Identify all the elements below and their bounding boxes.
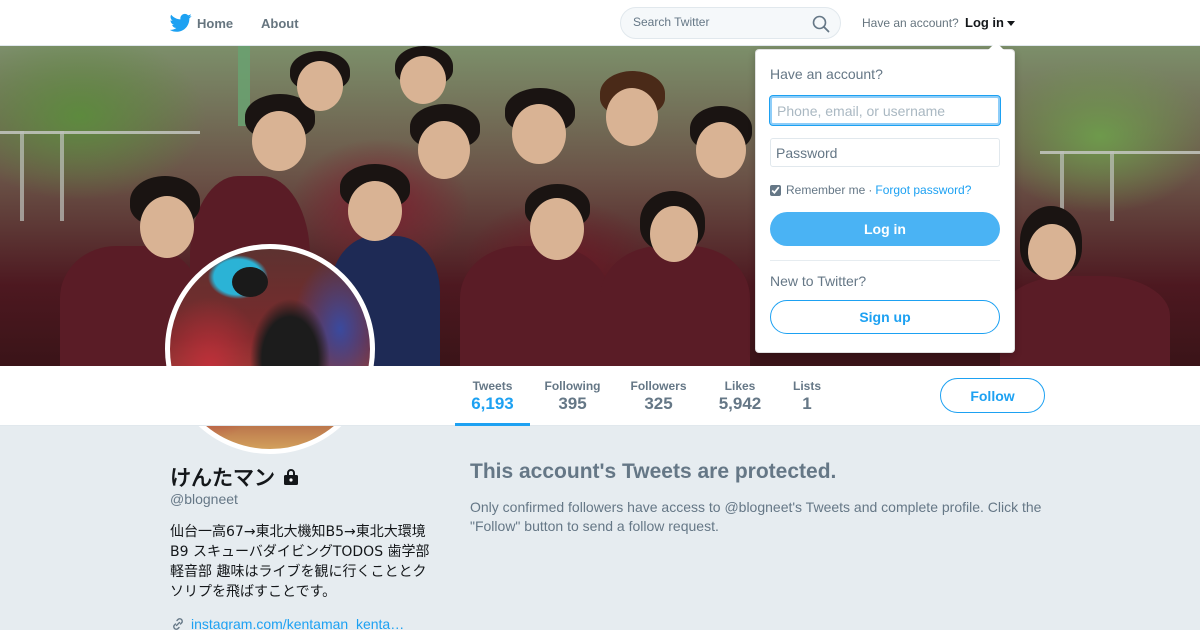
stat-label: Lists bbox=[792, 379, 821, 393]
railing bbox=[0, 131, 200, 134]
password-field[interactable] bbox=[770, 138, 1000, 167]
profile-stats-bar: Tweets 6,193 Following 395 Followers 325… bbox=[0, 366, 1200, 426]
stat-label: Likes bbox=[724, 379, 756, 393]
protected-title: This account's Tweets are protected. bbox=[470, 460, 837, 483]
top-nav: Home About Have an account? Log in bbox=[0, 0, 1200, 46]
profile-handle: @blogneet bbox=[170, 491, 238, 507]
stat-tweets[interactable]: Tweets 6,193 bbox=[455, 366, 530, 426]
signup-button[interactable]: Sign up bbox=[770, 300, 1000, 334]
profile-bio: 仙台一高67→東北大機知B5→東北大環境B9 スキューバダイビングTODOS 歯… bbox=[170, 524, 430, 600]
login-button[interactable]: Log in bbox=[770, 212, 1000, 246]
divider bbox=[770, 260, 1000, 261]
person-face bbox=[650, 206, 698, 262]
link-icon bbox=[173, 618, 183, 630]
login-dropdown-toggle[interactable]: Log in bbox=[965, 15, 1015, 30]
avatar-figure bbox=[232, 267, 268, 297]
stat-followers[interactable]: Followers 325 bbox=[625, 366, 692, 426]
login-label: Log in bbox=[965, 15, 1004, 30]
login-dropdown: Have an account? Remember me · Forgot pa… bbox=[755, 42, 1015, 353]
protected-text: Only confirmed followers have access to … bbox=[470, 499, 1042, 534]
stat-label: Tweets bbox=[472, 379, 513, 393]
person-face bbox=[252, 111, 306, 171]
person-face bbox=[348, 181, 402, 241]
remember-row: Remember me · Forgot password? bbox=[770, 183, 971, 197]
person-face bbox=[297, 61, 343, 111]
profile-url-link[interactable]: instagram.com/kentaman_kenta… bbox=[170, 616, 404, 630]
person-face bbox=[418, 121, 470, 179]
profile-url-text: instagram.com/kentaman_kenta… bbox=[191, 616, 405, 630]
search-box bbox=[620, 7, 841, 39]
railing bbox=[1040, 151, 1200, 154]
separator-dot: · bbox=[868, 183, 873, 197]
person-face bbox=[606, 88, 658, 146]
person bbox=[600, 246, 750, 366]
person-face bbox=[530, 198, 584, 260]
person-face bbox=[696, 122, 746, 178]
person-face bbox=[140, 196, 194, 258]
remember-label[interactable]: Remember me bbox=[786, 183, 865, 197]
forgot-password-link[interactable]: Forgot password? bbox=[875, 183, 971, 197]
stat-label: Followers bbox=[630, 379, 687, 393]
search-input[interactable] bbox=[633, 15, 803, 29]
have-account-text: Have an account? bbox=[862, 16, 959, 30]
person bbox=[460, 246, 610, 366]
caret-down-icon bbox=[1007, 21, 1015, 26]
stat-label: Following bbox=[544, 379, 601, 393]
remember-checkbox[interactable] bbox=[770, 184, 781, 196]
nav-home-link[interactable]: Home bbox=[170, 13, 233, 33]
railing-post bbox=[60, 131, 64, 221]
railing-post bbox=[1110, 151, 1114, 221]
search-icon[interactable] bbox=[812, 15, 830, 33]
stat-value: 5,942 bbox=[718, 394, 762, 413]
dropdown-heading: Have an account? bbox=[770, 66, 883, 82]
dropdown-arrow bbox=[988, 42, 1004, 50]
profile-name-row: けんたマン bbox=[170, 462, 299, 492]
lock-icon bbox=[284, 469, 298, 485]
new-to-twitter-text: New to Twitter? bbox=[770, 273, 867, 289]
twitter-bird-icon bbox=[170, 13, 192, 32]
person bbox=[1000, 276, 1170, 366]
stat-value: 325 bbox=[644, 394, 673, 413]
username-field[interactable] bbox=[770, 96, 1000, 125]
nav-about-link[interactable]: About bbox=[261, 16, 299, 31]
nav-home-label: Home bbox=[197, 15, 234, 31]
stat-value: 395 bbox=[558, 394, 587, 413]
person-face bbox=[512, 104, 566, 164]
stat-lists[interactable]: Lists 1 bbox=[787, 366, 827, 426]
profile-name: けんたマン bbox=[170, 467, 275, 490]
stat-likes[interactable]: Likes 5,942 bbox=[710, 366, 770, 426]
stat-value: 6,193 bbox=[471, 394, 514, 413]
follow-button[interactable]: Follow bbox=[940, 378, 1045, 413]
person-face bbox=[400, 56, 446, 104]
stat-following[interactable]: Following 395 bbox=[540, 366, 605, 426]
stat-value: 1 bbox=[802, 394, 812, 413]
person-face bbox=[1028, 224, 1076, 280]
railing-post bbox=[20, 131, 24, 221]
